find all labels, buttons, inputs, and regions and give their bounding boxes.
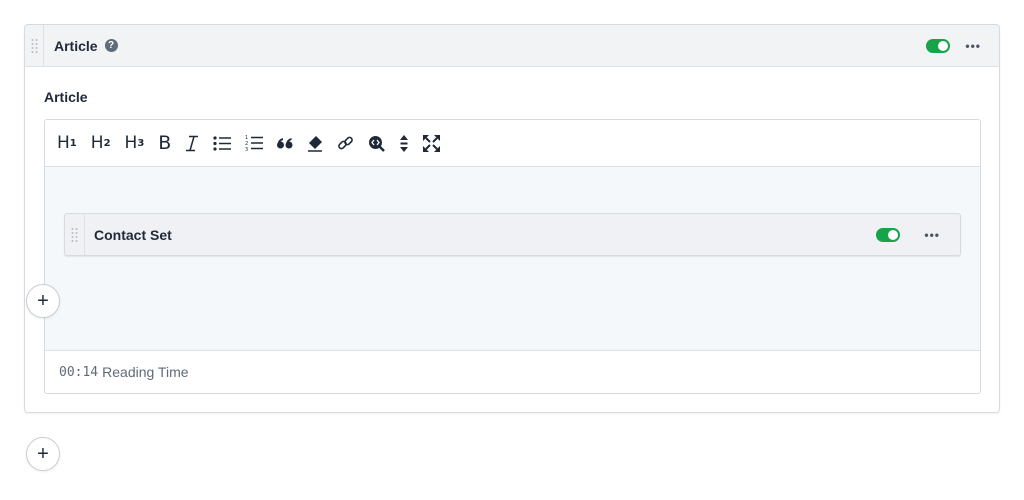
code-button[interactable] xyxy=(368,131,386,155)
svg-text:3: 3 xyxy=(245,147,248,151)
more-options-icon[interactable]: ••• xyxy=(965,39,981,53)
contact-set-controls: ••• xyxy=(876,227,940,242)
set-header: Article ? ••• xyxy=(25,25,999,67)
clear-format-button[interactable] xyxy=(307,131,323,155)
drag-dots-icon xyxy=(71,227,78,242)
quote-button[interactable] xyxy=(277,131,293,155)
set-title: Article xyxy=(54,37,98,54)
bullet-list-button[interactable] xyxy=(213,131,232,155)
expand-vertical-icon xyxy=(400,134,409,152)
reading-time-footer: 00:14 Reading Time xyxy=(45,350,980,393)
drag-handle[interactable] xyxy=(65,214,85,255)
heading-3-button[interactable]: H3 xyxy=(125,131,145,155)
italic-icon xyxy=(186,135,199,151)
add-set-inline-button[interactable]: + xyxy=(26,284,60,318)
reading-time-label: Reading Time xyxy=(102,364,189,380)
ordered-list-icon: 123 xyxy=(245,135,264,151)
contact-set-enabled-toggle[interactable] xyxy=(876,227,901,242)
set-enabled-toggle[interactable] xyxy=(926,38,951,53)
bullet-list-icon xyxy=(213,135,232,151)
article-set: Article ? ••• Article H1 H2 H3 B 1 2 3 C… xyxy=(24,24,1000,413)
link-button[interactable] xyxy=(337,131,354,155)
set-header-controls: ••• xyxy=(926,38,981,53)
heading-2-button[interactable]: H2 xyxy=(91,131,111,155)
editor-content[interactable]: Contact Set ••• xyxy=(45,167,980,352)
drag-dots-icon xyxy=(31,38,37,53)
heading-1-button[interactable]: H1 xyxy=(57,131,77,155)
link-icon xyxy=(338,136,354,149)
code-search-icon xyxy=(369,135,386,152)
expand-vertical-button[interactable] xyxy=(399,131,409,155)
bold-button[interactable]: B xyxy=(158,131,171,155)
fullscreen-icon xyxy=(423,134,441,152)
drag-handle[interactable] xyxy=(25,25,44,66)
add-set-button[interactable]: + xyxy=(26,437,60,471)
question-circle-icon[interactable]: ? xyxy=(104,39,118,52)
ordered-list-button[interactable]: 123 xyxy=(245,131,264,155)
reading-time-value: 00:14 xyxy=(59,364,99,380)
contact-set: Contact Set ••• xyxy=(64,213,961,256)
field-label: Article xyxy=(44,89,88,105)
quote-icon xyxy=(277,138,293,149)
editor-toolbar: H1 H2 H3 B 123 xyxy=(45,120,980,167)
fullscreen-button[interactable] xyxy=(423,131,441,155)
italic-button[interactable] xyxy=(185,131,199,155)
more-options-icon[interactable]: ••• xyxy=(924,228,940,242)
eraser-icon xyxy=(308,135,323,152)
contact-set-title: Contact Set xyxy=(94,226,172,243)
bard-editor: H1 H2 H3 B 123 Contact Set ••• 00:14 Rea… xyxy=(44,119,981,394)
